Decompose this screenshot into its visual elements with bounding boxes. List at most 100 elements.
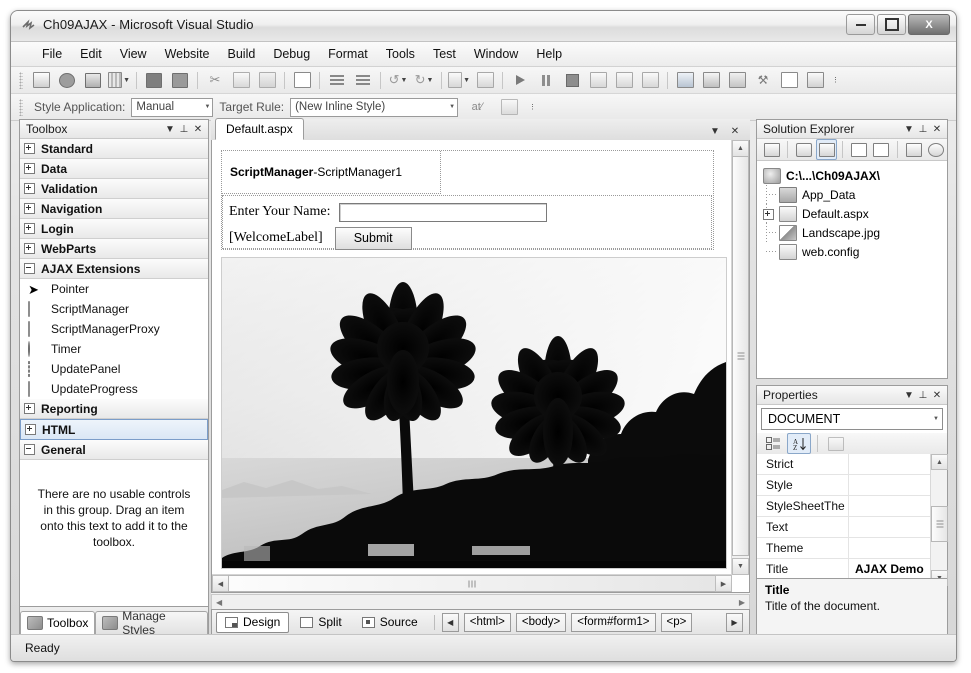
solution-explorer-tree[interactable]: C:\...\Ch09AJAX\ App_Data Default.aspx L…	[757, 161, 947, 378]
copy-website-icon[interactable]	[903, 139, 924, 160]
properties-scroll-thumb[interactable]	[931, 506, 948, 542]
maximize-button[interactable]	[877, 14, 906, 35]
tab-manage-styles[interactable]: Manage Styles	[95, 609, 208, 637]
property-row-strict[interactable]: Strict	[757, 454, 947, 475]
tree-item-landscape-jpg[interactable]: Landscape.jpg	[763, 223, 947, 242]
toolbox-category-navigation[interactable]: Navigation	[20, 199, 208, 219]
tree-item-project[interactable]: C:\...\Ch09AJAX\	[763, 166, 947, 185]
scriptmanager-control[interactable]: ScriptManager - ScriptManager1	[222, 151, 441, 194]
toolbox-category-reporting[interactable]: Reporting	[20, 399, 208, 419]
start-debugging-icon[interactable]	[508, 68, 532, 92]
outdent-icon[interactable]	[351, 68, 375, 92]
indent-icon[interactable]	[325, 68, 349, 92]
chevron-right-icon[interactable]: ▶	[739, 598, 749, 607]
style-toolbar-grip[interactable]	[19, 98, 23, 116]
toolbox-category-general[interactable]: General	[20, 440, 208, 460]
menu-build[interactable]: Build	[219, 44, 265, 64]
properties-grid[interactable]: Strict Style StyleSheetThe Text Theme Ti…	[757, 454, 947, 586]
name-input[interactable]	[338, 202, 547, 222]
tree-item-app-data[interactable]: App_Data	[763, 185, 947, 204]
find-replace-icon[interactable]	[290, 68, 314, 92]
new-item-icon[interactable]	[29, 68, 53, 92]
toolbox-category-data[interactable]: Data	[20, 159, 208, 179]
submit-button[interactable]: Submit	[334, 226, 412, 250]
solution-explorer-icon[interactable]	[673, 68, 697, 92]
toolbox-item-scriptmanager[interactable]: ScriptManager	[20, 299, 208, 319]
tag-nav-next-button[interactable]: ▶	[726, 612, 743, 632]
toolbox-content[interactable]: Standard Data Validation Navigation Logi…	[20, 139, 208, 606]
toolbox-category-standard[interactable]: Standard	[20, 139, 208, 159]
scroll-up-button[interactable]: ▲	[732, 140, 749, 157]
menu-window[interactable]: Window	[465, 44, 527, 64]
design-surface[interactable]: ScriptManager - ScriptManager1 Enter You…	[211, 140, 750, 593]
cut-icon[interactable]: ✂	[203, 68, 227, 92]
scroll-down-button[interactable]: ▼	[732, 558, 749, 575]
scroll-right-button[interactable]: ▶	[715, 575, 732, 592]
step-out-icon[interactable]	[638, 68, 662, 92]
tab-split-view[interactable]: Split	[291, 612, 350, 633]
toolbox-icon[interactable]: ⚒	[751, 68, 775, 92]
menu-edit[interactable]: Edit	[71, 44, 111, 64]
property-row-title[interactable]: Title AJAX Demo	[757, 559, 947, 580]
add-item-icon[interactable]: ▼	[107, 68, 131, 92]
property-row-style[interactable]: Style	[757, 475, 947, 496]
properties-icon[interactable]	[761, 139, 782, 160]
tab-design-view[interactable]: Design	[216, 611, 290, 633]
toolbar-grip[interactable]	[19, 71, 23, 89]
properties-window-icon[interactable]	[699, 68, 723, 92]
view-code-icon[interactable]	[848, 139, 869, 160]
toolbox-category-html[interactable]: HTML	[20, 419, 208, 440]
property-row-stylesheettheme[interactable]: StyleSheetThe	[757, 496, 947, 517]
toolbox-item-pointer[interactable]: ➤ Pointer	[20, 279, 208, 299]
expander-icon[interactable]	[763, 209, 774, 220]
property-row-text[interactable]: Text	[757, 517, 947, 538]
toolbox-item-updateprogress[interactable]: UpdateProgress	[20, 379, 208, 399]
menu-help[interactable]: Help	[527, 44, 571, 64]
close-icon[interactable]: ✕	[191, 122, 205, 136]
minimize-button[interactable]	[846, 14, 875, 35]
menu-tools[interactable]: Tools	[377, 44, 424, 64]
save-icon[interactable]	[142, 68, 166, 92]
tag-chip-p[interactable]: <p>	[660, 612, 693, 632]
chevron-left-icon[interactable]: ◀	[212, 598, 222, 607]
categorized-icon[interactable]	[761, 433, 785, 454]
vertical-scroll-thumb[interactable]	[732, 156, 749, 556]
chevron-down-icon[interactable]: ▼	[163, 122, 177, 136]
menu-view[interactable]: View	[111, 44, 156, 64]
pin-icon[interactable]: ⊥	[916, 388, 930, 402]
tree-item-web-config[interactable]: web.config	[763, 242, 947, 261]
chevron-down-icon[interactable]: ▼	[708, 124, 722, 138]
target-rule-select[interactable]: (New Inline Style) ▼	[290, 97, 459, 117]
refresh-icon[interactable]	[793, 139, 814, 160]
stop-icon[interactable]	[560, 68, 584, 92]
chevron-down-icon[interactable]: ▼	[902, 388, 916, 402]
aspnet-configuration-icon[interactable]	[925, 139, 946, 160]
pause-icon[interactable]	[534, 68, 558, 92]
object-browser-icon[interactable]	[725, 68, 749, 92]
design-canvas[interactable]: ScriptManager - ScriptManager1 Enter You…	[212, 140, 732, 575]
close-icon[interactable]: ✕	[728, 124, 742, 138]
tag-chip-html[interactable]: <html>	[463, 612, 511, 632]
chevron-down-icon[interactable]: ▼	[902, 122, 916, 136]
tag-nav-prev-button[interactable]: ◀	[441, 612, 459, 632]
toolbox-item-timer[interactable]: Timer	[20, 339, 208, 359]
view-designer-icon[interactable]	[871, 139, 892, 160]
new-style-icon[interactable]	[497, 95, 521, 119]
tag-chip-form[interactable]: <form#form1>	[571, 612, 656, 632]
toolbox-category-login[interactable]: Login	[20, 219, 208, 239]
close-icon[interactable]: ✕	[930, 122, 944, 136]
alphabetical-icon[interactable]: AZ	[787, 433, 811, 454]
property-pages-icon[interactable]	[824, 433, 848, 454]
toolbox-item-scriptmanagerproxy[interactable]: ScriptManagerProxy	[20, 319, 208, 339]
nest-related-files-icon[interactable]	[815, 139, 838, 160]
menu-website[interactable]: Website	[156, 44, 219, 64]
toolbox-category-webparts[interactable]: WebParts	[20, 239, 208, 259]
close-icon[interactable]: ✕	[930, 388, 944, 402]
properties-scrollbar[interactable]: ▲ ▼	[930, 454, 948, 586]
document-tab-default-aspx[interactable]: Default.aspx	[215, 118, 304, 140]
pin-icon[interactable]: ⊥	[177, 122, 191, 136]
menu-format[interactable]: Format	[319, 44, 377, 64]
paste-icon[interactable]	[255, 68, 279, 92]
undo-icon[interactable]: ↺ ▼	[386, 68, 410, 92]
menu-debug[interactable]: Debug	[264, 44, 319, 64]
